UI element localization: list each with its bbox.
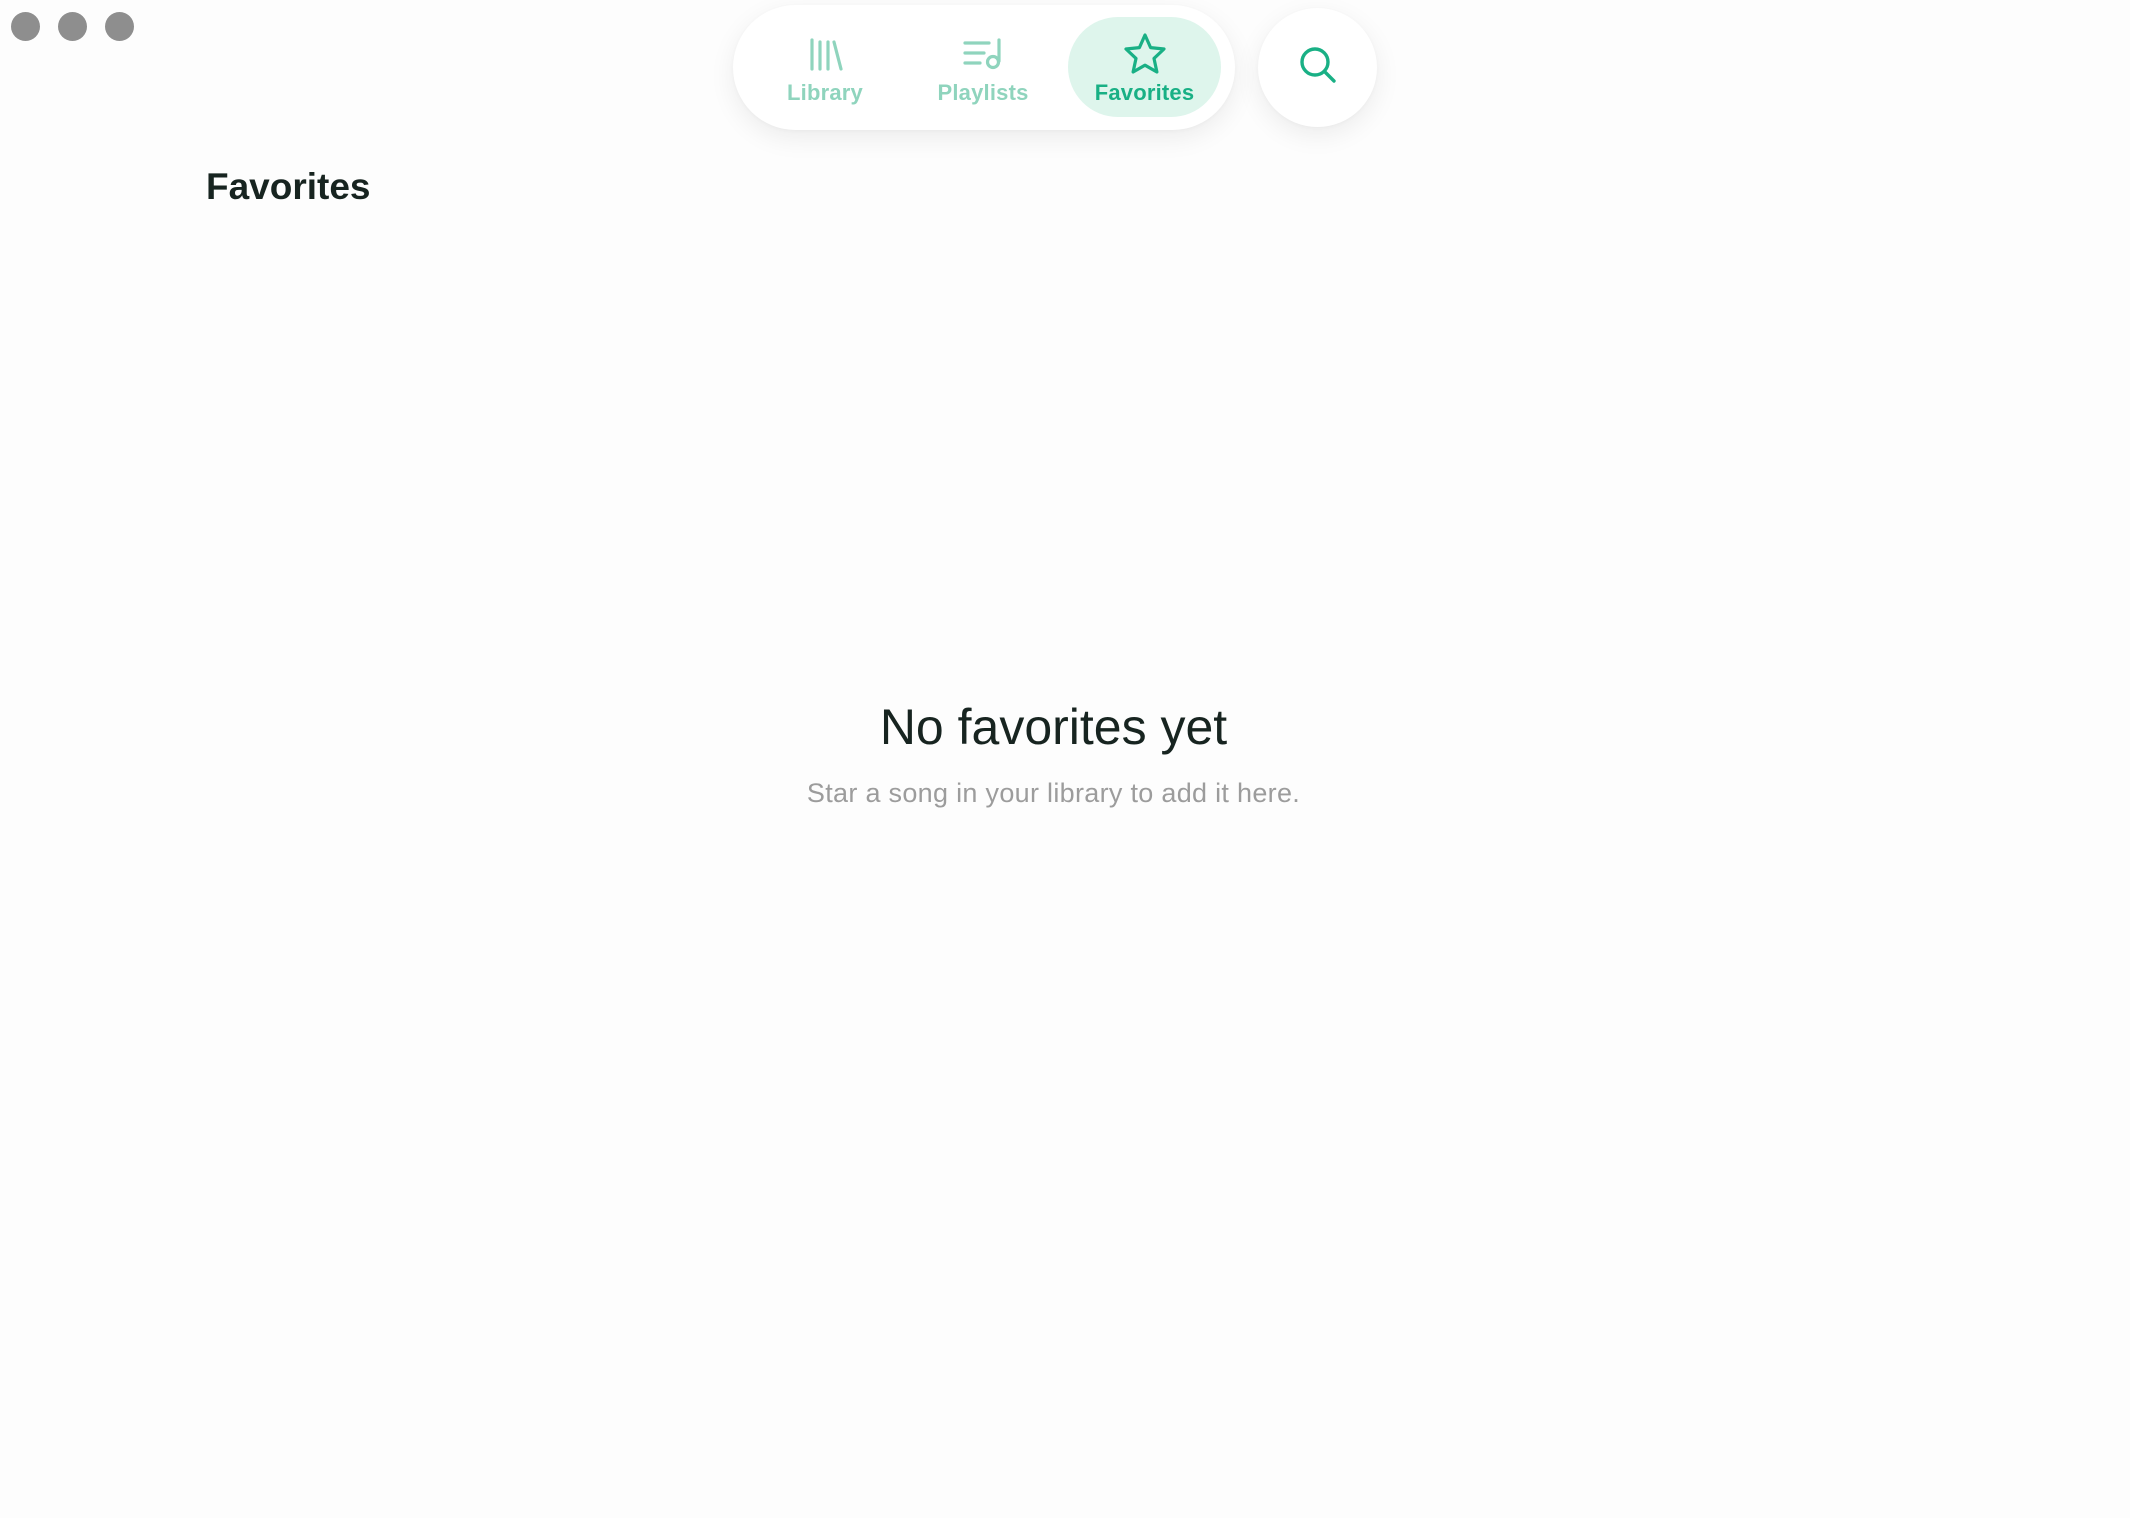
window-minimize-button[interactable] — [58, 12, 87, 41]
main-navigation: Library Playlists Favorites — [733, 5, 1235, 130]
star-icon — [1123, 33, 1167, 75]
playlist-music-icon — [962, 33, 1004, 75]
empty-state: No favorites yet Star a song in your lib… — [0, 694, 2107, 809]
tab-playlists-label: Playlists — [937, 80, 1029, 105]
tab-playlists[interactable]: Playlists — [908, 17, 1058, 117]
library-icon — [805, 33, 845, 75]
tab-library-label: Library — [787, 80, 863, 105]
page-title: Favorites — [206, 166, 371, 207]
empty-state-subtitle: Star a song in your library to add it he… — [806, 778, 1301, 808]
search-button[interactable] — [1258, 8, 1377, 127]
tab-favorites-label: Favorites — [1094, 80, 1195, 105]
tab-library[interactable]: Library — [750, 17, 900, 117]
tab-favorites[interactable]: Favorites — [1068, 17, 1221, 117]
window-controls — [11, 12, 134, 41]
search-icon — [1297, 44, 1339, 91]
empty-state-title: No favorites yet — [879, 699, 1228, 755]
window-zoom-button[interactable] — [105, 12, 134, 41]
window-close-button[interactable] — [11, 12, 40, 41]
